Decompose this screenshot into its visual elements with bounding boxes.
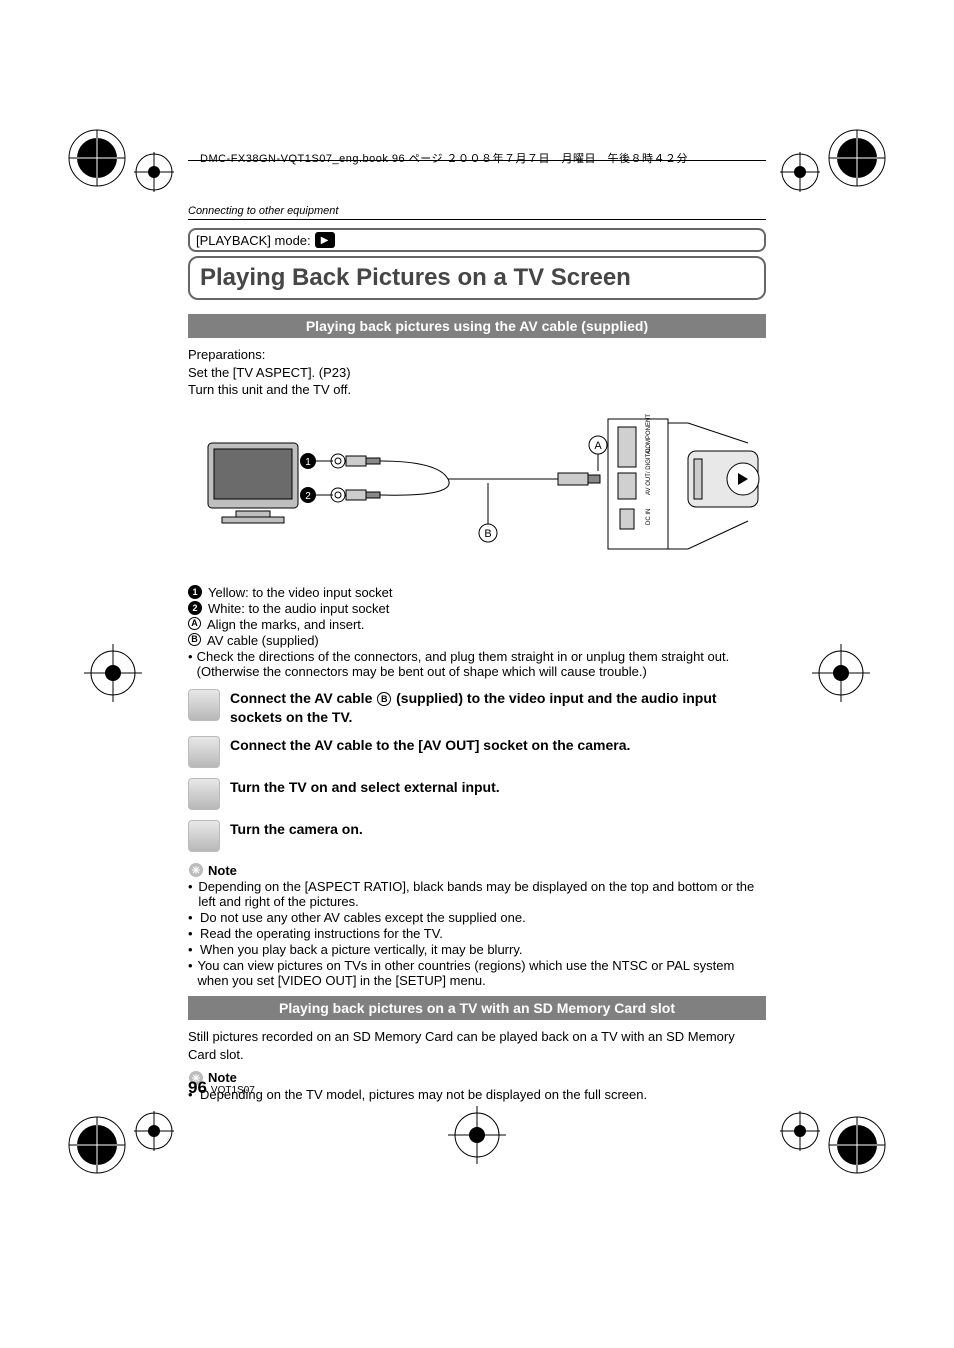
marker-b-inline: B <box>377 692 391 706</box>
note-list: •Depending on the TV model, pictures may… <box>188 1087 766 1102</box>
legend-text: Align the marks, and insert. <box>207 617 365 632</box>
prep-line: Preparations: <box>188 346 766 364</box>
bullet-icon: • <box>188 942 196 957</box>
footer: 96 VQT1S07 <box>188 1078 255 1098</box>
step-number-box <box>188 736 220 768</box>
step-3: Turn the TV on and select external input… <box>188 778 766 810</box>
legend-marker-1: 1 <box>188 585 202 599</box>
note-text: Do not use any other AV cables except th… <box>200 910 526 925</box>
page: DMC-FX38GN-VQT1S07_eng.book 96 ページ ２００８年… <box>0 0 954 1348</box>
section-heading: Playing back pictures using the AV cable… <box>188 314 766 338</box>
doc-code: VQT1S07 <box>211 1085 255 1096</box>
crop-mark-icon <box>64 125 130 191</box>
svg-text:1: 1 <box>305 457 311 468</box>
mode-bar: [PLAYBACK] mode: ▶ <box>188 228 766 252</box>
crop-mark-icon <box>808 640 874 706</box>
page-number: 96 <box>188 1078 207 1097</box>
step-number-box <box>188 778 220 810</box>
step-number-box <box>188 820 220 852</box>
step-text: Connect the AV cable to the [AV OUT] soc… <box>230 736 630 755</box>
legend-text: White: to the audio input socket <box>208 601 389 616</box>
sd-paragraph: Still pictures recorded on an SD Memory … <box>188 1028 766 1063</box>
legend-text: Yellow: to the video input socket <box>208 585 393 600</box>
crop-mark-icon <box>444 1102 510 1168</box>
svg-text:A: A <box>594 440 602 452</box>
step-text: Turn the camera on. <box>230 820 363 839</box>
step-text: Connect the AV cable B (supplied) to the… <box>230 689 766 727</box>
note-text: Depending on the [ASPECT RATIO], black b… <box>198 879 766 909</box>
diagram-legend: 1 Yellow: to the video input socket 2 Whit… <box>188 585 766 648</box>
note-text: Read the operating instructions for the … <box>200 926 443 941</box>
crop-mark-icon <box>778 1109 822 1153</box>
caution-list: •Check the directions of the connectors,… <box>188 649 766 679</box>
step-2: Connect the AV cable to the [AV OUT] soc… <box>188 736 766 768</box>
crop-mark-icon <box>64 1112 130 1178</box>
note-text: Depending on the TV model, pictures may … <box>200 1087 647 1102</box>
note-label: Note <box>208 863 237 878</box>
legend-marker-b: B <box>188 633 201 646</box>
connection-diagram: 1 2 B A COMPONENT OUT A <box>188 413 766 573</box>
mode-label: [PLAYBACK] mode: <box>196 233 311 248</box>
step-text: Turn the TV on and select external input… <box>230 778 500 797</box>
preparations: Preparations: Set the [TV ASPECT]. (P23)… <box>188 346 766 399</box>
step-1: Connect the AV cable B (supplied) to the… <box>188 689 766 727</box>
crop-mark-icon <box>132 1109 176 1153</box>
title-bar: Playing Back Pictures on a TV Screen <box>188 256 766 300</box>
content-area: Connecting to other equipment [PLAYBACK]… <box>188 205 766 1103</box>
crop-mark-icon <box>824 125 890 191</box>
legend-marker-2: 2 <box>188 601 202 615</box>
bullet-icon: • <box>188 958 193 988</box>
note-heading: Note <box>188 1070 766 1086</box>
caution-text: Check the directions of the connectors, … <box>197 649 766 679</box>
bullet-icon: • <box>188 926 196 941</box>
note-heading: Note <box>188 862 766 878</box>
bullet-icon: • <box>188 910 196 925</box>
legend-marker-a: A <box>188 617 201 630</box>
header-meta: DMC-FX38GN-VQT1S07_eng.book 96 ページ ２００８年… <box>200 150 688 166</box>
crop-mark-icon <box>132 150 176 194</box>
crop-mark-icon <box>80 640 146 706</box>
step-4: Turn the camera on. <box>188 820 766 852</box>
legend-text: AV cable (supplied) <box>207 633 319 648</box>
svg-text:B: B <box>484 528 491 540</box>
running-rule <box>188 219 766 220</box>
running-head: Connecting to other equipment <box>188 205 766 217</box>
svg-text:2: 2 <box>305 491 311 502</box>
step-number-box <box>188 689 220 721</box>
svg-text:AV OUT/ DIGITAL: AV OUT/ DIGITAL <box>646 446 652 495</box>
crop-mark-icon <box>824 1112 890 1178</box>
svg-text:DC IN: DC IN <box>646 508 652 524</box>
bullet-icon: • <box>188 649 193 679</box>
note-text: You can view pictures on TVs in other co… <box>197 958 766 988</box>
prep-line: Set the [TV ASPECT]. (P23) <box>188 364 766 382</box>
note-list: •Depending on the [ASPECT RATIO], black … <box>188 879 766 988</box>
prep-line: Turn this unit and the TV off. <box>188 381 766 399</box>
section-heading: Playing back pictures on a TV with an SD… <box>188 996 766 1020</box>
note-text: When you play back a picture vertically,… <box>200 942 522 957</box>
playback-icon: ▶ <box>315 232 335 248</box>
page-title: Playing Back Pictures on a TV Screen <box>200 264 754 292</box>
note-icon <box>188 862 204 878</box>
crop-mark-icon <box>778 150 822 194</box>
bullet-icon: • <box>188 879 194 909</box>
